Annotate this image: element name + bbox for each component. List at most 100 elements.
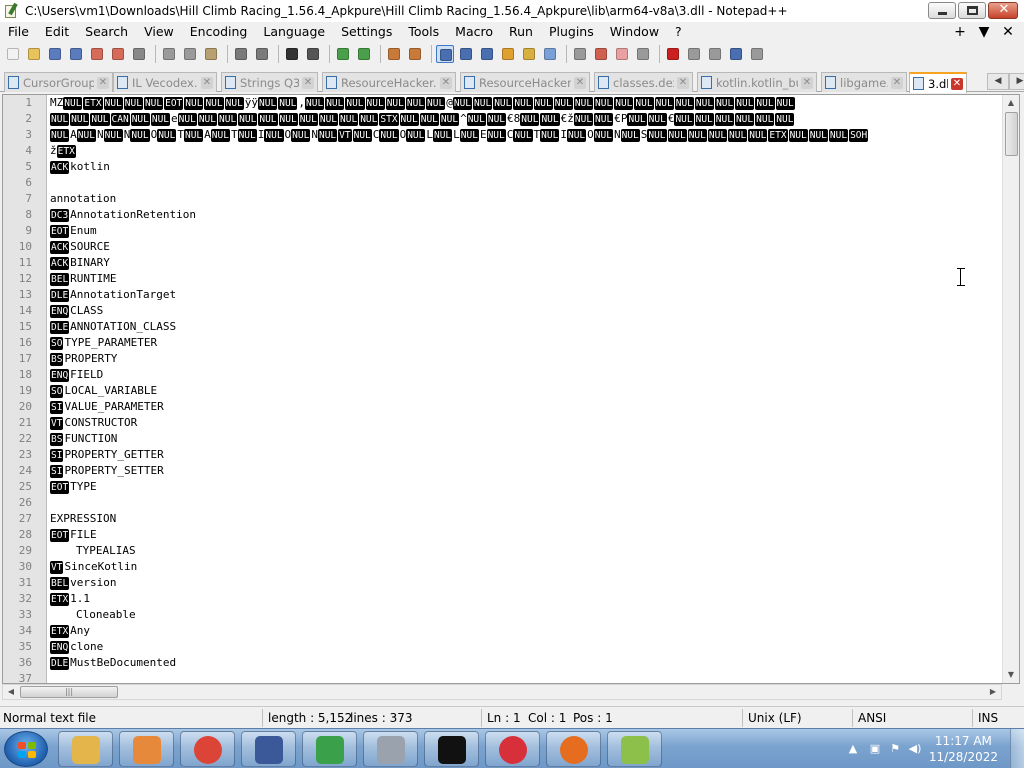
facebook-taskbar-button[interactable] xyxy=(241,731,296,767)
menu-dropdown-button[interactable]: ▼ xyxy=(972,22,996,42)
find-button[interactable] xyxy=(283,45,301,63)
close-button[interactable]: ✕ xyxy=(988,2,1018,19)
text-line[interactable]: ENQ FIELD xyxy=(48,367,1002,383)
horizontal-scroll-thumb[interactable]: ||| xyxy=(20,686,118,698)
text-line[interactable]: BS FUNCTION xyxy=(48,431,1002,447)
notepadpp-app-icon[interactable] xyxy=(3,2,19,19)
copy-button[interactable] xyxy=(181,45,199,63)
notepad-plus-plus-taskbar-button[interactable] xyxy=(607,731,662,767)
show-desktop-button[interactable] xyxy=(1010,729,1024,768)
text-line[interactable] xyxy=(48,175,1002,191)
vertical-scroll-thumb[interactable] xyxy=(1005,112,1018,156)
menu-item[interactable]: Search xyxy=(77,22,136,42)
speaker-app-taskbar-button[interactable] xyxy=(363,731,418,767)
menu-item[interactable]: Plugins xyxy=(541,22,602,42)
text-line[interactable]: SO TYPE_PARAMETER xyxy=(48,335,1002,351)
cut-button[interactable] xyxy=(160,45,178,63)
text-line[interactable]: NUL ANUL NNUL NNUL ONUL TNUL ANUL TNUL INUL ONUL N… xyxy=(48,127,1002,143)
close-tab-icon[interactable]: ✕ xyxy=(951,77,963,90)
start-button[interactable] xyxy=(4,731,48,767)
text-line[interactable]: VT SinceKotlin xyxy=(48,559,1002,575)
file-tab[interactable]: Strings Q3.rc✕ xyxy=(221,72,318,92)
menu-item[interactable]: Macro xyxy=(447,22,501,42)
close-file-button[interactable] xyxy=(88,45,106,63)
editor-pane[interactable]: 1 2 3 4 5 6 7 8 9 10 11 12 13 14 15 16 17 18 19 20 21 22 23 24 2… xyxy=(2,94,1020,684)
tab-scroll-left-button[interactable]: ◀ xyxy=(987,73,1009,90)
close-tab-icon[interactable]: ✕ xyxy=(891,76,903,89)
text-line[interactable]: ETX 1.1 xyxy=(48,591,1002,607)
text-line[interactable]: BEL version xyxy=(48,575,1002,591)
sync-horizontal-button[interactable] xyxy=(406,45,424,63)
zoom-out-button[interactable] xyxy=(355,45,373,63)
indent-guide-button[interactable] xyxy=(478,45,496,63)
close-tab-icon[interactable]: ✕ xyxy=(302,76,314,89)
stop-macro-button[interactable] xyxy=(685,45,703,63)
folder-workspace-button[interactable] xyxy=(541,45,559,63)
doc-map-button[interactable] xyxy=(499,45,517,63)
status-eol-format[interactable]: Unix (LF) xyxy=(748,707,802,729)
close-tab-icon[interactable]: ✕ xyxy=(574,76,586,89)
internet-download-manager-taskbar-button[interactable] xyxy=(302,731,357,767)
text-line[interactable]: SO LOCAL_VARIABLE xyxy=(48,383,1002,399)
chrome-taskbar-button[interactable] xyxy=(180,731,235,767)
text-line[interactable]: TYPEALIAS xyxy=(48,543,1002,559)
menu-item[interactable]: File xyxy=(0,22,37,42)
show-all-chars-button[interactable] xyxy=(457,45,475,63)
sync-vertical-button[interactable] xyxy=(385,45,403,63)
save-all-button[interactable] xyxy=(67,45,85,63)
word-wrap-button[interactable] xyxy=(436,45,454,63)
text-line[interactable]: Cloneable xyxy=(48,607,1002,623)
minimize-button[interactable] xyxy=(928,2,956,19)
file-explorer-taskbar-button[interactable] xyxy=(58,731,113,767)
text-line[interactable]: EXPRESSION xyxy=(48,511,1002,527)
menu-item[interactable]: Window xyxy=(602,22,667,42)
redo-button[interactable] xyxy=(253,45,271,63)
file-tab[interactable]: libgame.so✕ xyxy=(821,72,907,92)
menu-item[interactable]: Language xyxy=(255,22,333,42)
status-insert-mode[interactable]: INS xyxy=(978,707,998,729)
text-line[interactable]: ENQ clone xyxy=(48,639,1002,655)
media-player-taskbar-button[interactable] xyxy=(119,731,174,767)
maximize-button[interactable] xyxy=(958,2,986,19)
menu-item[interactable]: Run xyxy=(501,22,541,42)
text-line[interactable]: ETX Any xyxy=(48,623,1002,639)
file-tab[interactable]: CursorGroup.rc✕ xyxy=(4,72,113,92)
text-line[interactable]: EOT TYPE xyxy=(48,479,1002,495)
opera-taskbar-button[interactable] xyxy=(485,731,540,767)
menu-item[interactable]: Settings xyxy=(333,22,400,42)
menu-close-doc-button[interactable]: ✕ xyxy=(996,22,1020,42)
text-line[interactable] xyxy=(48,495,1002,511)
menu-item[interactable]: ? xyxy=(667,22,690,42)
file-tab[interactable]: ResourceHacker.res✕ xyxy=(322,72,456,92)
record-macro-button[interactable] xyxy=(664,45,682,63)
close-tab-icon[interactable]: ✕ xyxy=(97,76,109,89)
close-tab-icon[interactable]: ✕ xyxy=(201,76,213,89)
text-line[interactable]: ACK kotlin xyxy=(48,159,1002,175)
text-line[interactable]: NUL NUL NUL CAN NUL NUL eNUL NUL NUL NUL NUL NUL NUL… xyxy=(48,111,1002,127)
file-tab[interactable]: 3.dll✕ xyxy=(909,72,967,93)
intellij-taskbar-button[interactable] xyxy=(424,731,479,767)
undo-button[interactable] xyxy=(232,45,250,63)
menu-add-button[interactable]: + xyxy=(948,22,972,42)
text-line[interactable]: žETX xyxy=(48,143,1002,159)
horizontal-scrollbar[interactable]: ◀ ||| ▶ xyxy=(2,684,1002,700)
play-macro-button[interactable] xyxy=(706,45,724,63)
open-file-button[interactable] xyxy=(25,45,43,63)
save-macro-button[interactable] xyxy=(748,45,766,63)
text-line[interactable]: DLE MustBeDocumented xyxy=(48,655,1002,671)
text-line[interactable]: DLE AnnotationTarget xyxy=(48,287,1002,303)
text-line[interactable] xyxy=(48,671,1002,683)
save-button[interactable] xyxy=(46,45,64,63)
menu-item[interactable]: Tools xyxy=(400,22,447,42)
title-bar[interactable]: C:\Users\vm1\Downloads\Hill Climb Racing… xyxy=(0,0,1024,22)
file-tab[interactable]: IL Vecodex.rc✕ xyxy=(113,72,217,92)
text-line[interactable]: BS PROPERTY xyxy=(48,351,1002,367)
fold-button[interactable] xyxy=(613,45,631,63)
scroll-right-button[interactable]: ▶ xyxy=(985,685,1001,699)
file-tab[interactable]: classes.dex ✕ xyxy=(594,72,693,92)
show-hidden-icons-button[interactable]: ▲ xyxy=(846,743,860,755)
zoom-in-button[interactable] xyxy=(334,45,352,63)
run-macro-multiple-button[interactable] xyxy=(727,45,745,63)
text-line[interactable]: ACK BINARY xyxy=(48,255,1002,271)
text-line[interactable]: DLE ANNOTATION_CLASS xyxy=(48,319,1002,335)
